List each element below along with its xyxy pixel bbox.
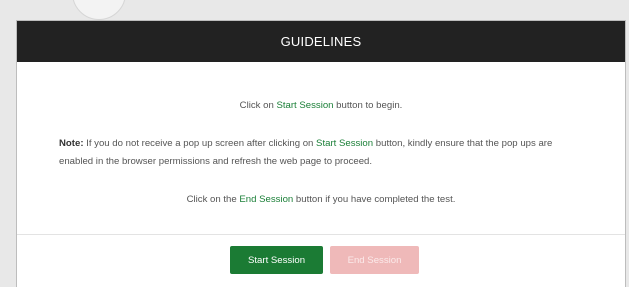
end-session-button[interactable]: End Session	[330, 246, 419, 274]
modal-header: GUIDELINES	[17, 21, 625, 62]
modal-body: Click on Start Session button to begin. …	[17, 62, 625, 235]
end-instruction: Click on the End Session button if you h…	[17, 194, 625, 205]
end-instruction-suffix: button if you have completed the test.	[293, 194, 456, 205]
start-session-button[interactable]: Start Session	[230, 246, 323, 274]
note-start-session-highlight: Start Session	[316, 138, 374, 149]
guidelines-modal: GUIDELINES Click on Start Session button…	[16, 20, 626, 287]
background-avatar-circle	[72, 0, 126, 20]
note-label: Note:	[59, 138, 84, 149]
start-instruction-suffix: button to begin.	[333, 100, 403, 111]
end-session-highlight: End Session	[239, 194, 294, 205]
start-instruction-prefix: Click on	[239, 100, 277, 111]
start-instruction: Click on Start Session button to begin.	[17, 100, 625, 111]
start-session-highlight: Start Session	[276, 100, 334, 111]
popup-note: Note: If you do not receive a pop up scr…	[59, 135, 585, 171]
modal-footer: Start Session End Session	[17, 235, 625, 287]
note-text-prefix: If you do not receive a pop up screen af…	[83, 138, 317, 149]
modal-title: GUIDELINES	[280, 34, 362, 49]
end-instruction-prefix: Click on the	[186, 194, 240, 205]
